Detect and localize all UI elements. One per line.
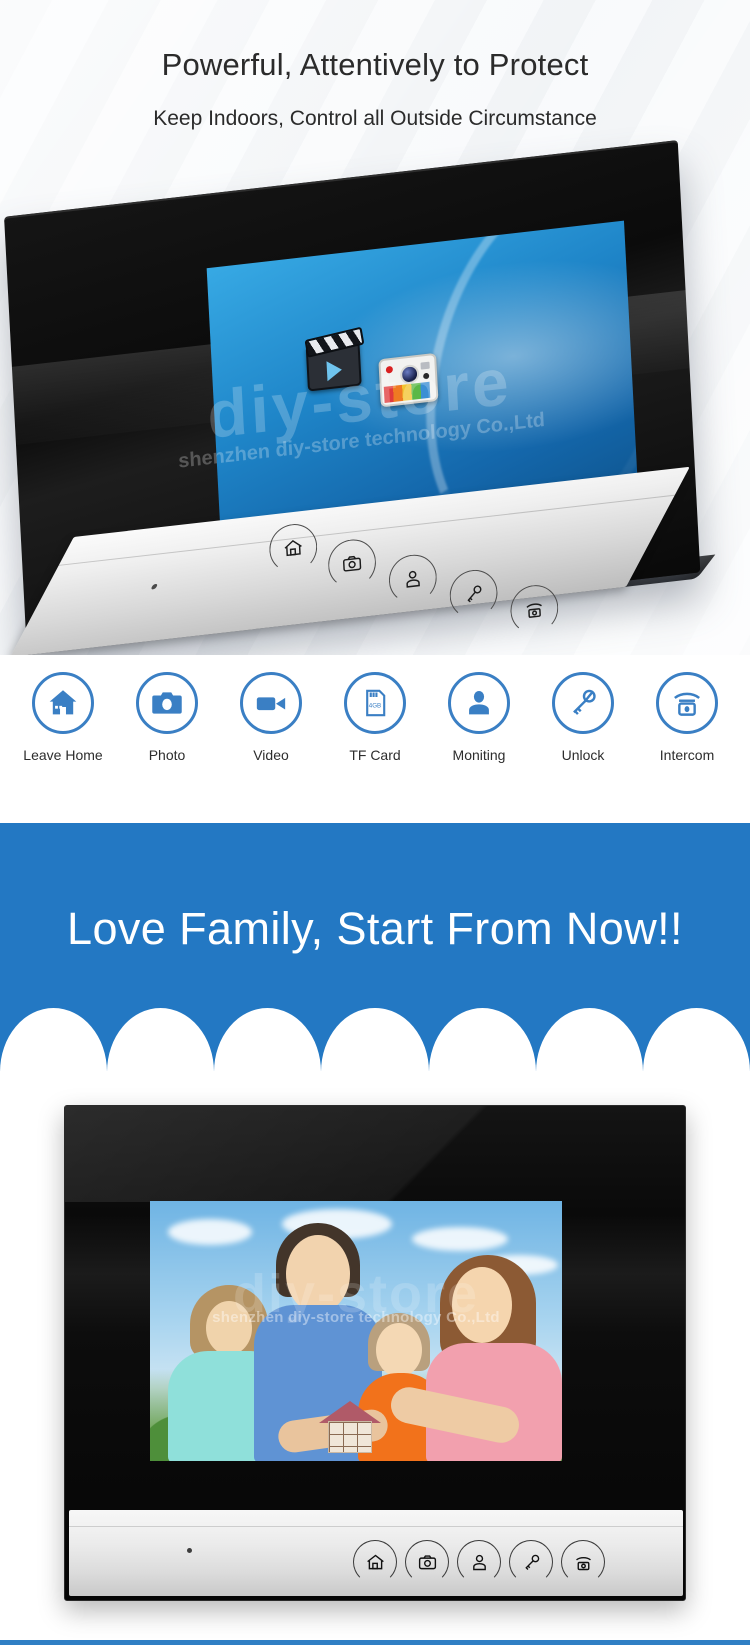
video-clapper-icon (305, 339, 362, 392)
bottom-rule (0, 1640, 750, 1645)
svg-text:4GB: 4GB (369, 703, 381, 710)
camera-button (423, 372, 430, 380)
unlock-button[interactable] (448, 567, 499, 621)
page-title: Powerful, Attentively to Protect (161, 47, 589, 82)
feature-leave-home[interactable]: Leave Home (14, 672, 112, 763)
video-camera-icon (240, 672, 302, 734)
unlock-button[interactable] (509, 1540, 553, 1584)
screen-icon-row (305, 331, 439, 416)
feature-unlock[interactable]: Unlock (534, 672, 632, 763)
device-bezel: diy-store shenzhen diy-store technology … (4, 140, 701, 657)
feature-photo[interactable]: Photo (118, 672, 216, 763)
scallop (107, 1008, 215, 1072)
scalloped-edge (0, 1008, 750, 1072)
camera-viewfinder (420, 361, 430, 370)
scallop (535, 1008, 643, 1072)
person-face (452, 1267, 512, 1343)
promo-banner: Love Family, Start From Now!! (0, 823, 750, 1072)
device-screen: diy-store shenzhen diy-store technology … (150, 1201, 562, 1461)
feature-label: Video (253, 747, 289, 763)
feature-icon-row: Leave Home Photo Video 4GB TF Card Monit… (0, 655, 750, 823)
scallop (214, 1008, 322, 1072)
home-icon (32, 672, 94, 734)
keys-icon (552, 672, 614, 734)
scallop (642, 1008, 750, 1072)
feature-label: Unlock (561, 747, 605, 763)
photo-button[interactable] (405, 1540, 449, 1584)
device-control-panel (69, 1510, 683, 1596)
intercom-button[interactable] (509, 582, 560, 637)
product-marketing-page: Powerful, Attentively to Protect Keep In… (0, 0, 750, 1645)
feature-moniting[interactable]: Moniting (430, 672, 528, 763)
photo-button[interactable] (326, 536, 378, 591)
banner-headline: Love Family, Start From Now!! (67, 903, 683, 954)
feature-video[interactable]: Video (222, 672, 320, 763)
intercom-button[interactable] (561, 1540, 605, 1584)
scallop (428, 1008, 536, 1072)
microphone-hole (150, 583, 159, 590)
tf-card-icon: 4GB (344, 672, 406, 734)
top-device-image: diy-store shenzhen diy-store technology … (0, 130, 718, 689)
cloud (168, 1219, 252, 1245)
bottom-device-image: diy-store shenzhen diy-store technology … (64, 1105, 687, 1601)
panel-divider (69, 1526, 683, 1527)
camera-icon (378, 352, 439, 408)
person-face (376, 1323, 422, 1377)
house-model (319, 1401, 381, 1453)
feature-label: Leave Home (23, 747, 103, 763)
monitor-button[interactable] (387, 552, 438, 606)
person-icon (448, 672, 510, 734)
camera-rec-light (385, 365, 394, 374)
microphone-hole (187, 1548, 192, 1553)
page-subtitle: Keep Indoors, Control all Outside Circum… (153, 107, 597, 130)
feature-label: Moniting (452, 747, 506, 763)
monitor-button[interactable] (457, 1540, 501, 1584)
leave-home-button[interactable] (268, 521, 319, 575)
house-roof (319, 1401, 381, 1423)
feature-label: Intercom (659, 747, 715, 763)
house-wall (328, 1421, 372, 1453)
camera-lens (399, 363, 420, 386)
feature-label: Photo (148, 747, 186, 763)
bottom-device-button-row (353, 1540, 605, 1584)
leave-home-button[interactable] (353, 1540, 397, 1584)
hero-section: Powerful, Attentively to Protect Keep In… (0, 0, 750, 657)
cloud (412, 1227, 508, 1251)
scallop (0, 1008, 108, 1072)
feature-intercom[interactable]: Intercom (638, 672, 736, 763)
person-face (286, 1235, 350, 1313)
person-face (206, 1301, 252, 1355)
camera-icon (136, 672, 198, 734)
scallop (321, 1008, 429, 1072)
bezel-gloss (65, 1106, 687, 1202)
intercom-icon (656, 672, 718, 734)
camera-rainbow-stripe (383, 381, 431, 403)
feature-tf-card[interactable]: 4GB TF Card (326, 672, 424, 763)
feature-label: TF Card (349, 747, 401, 763)
